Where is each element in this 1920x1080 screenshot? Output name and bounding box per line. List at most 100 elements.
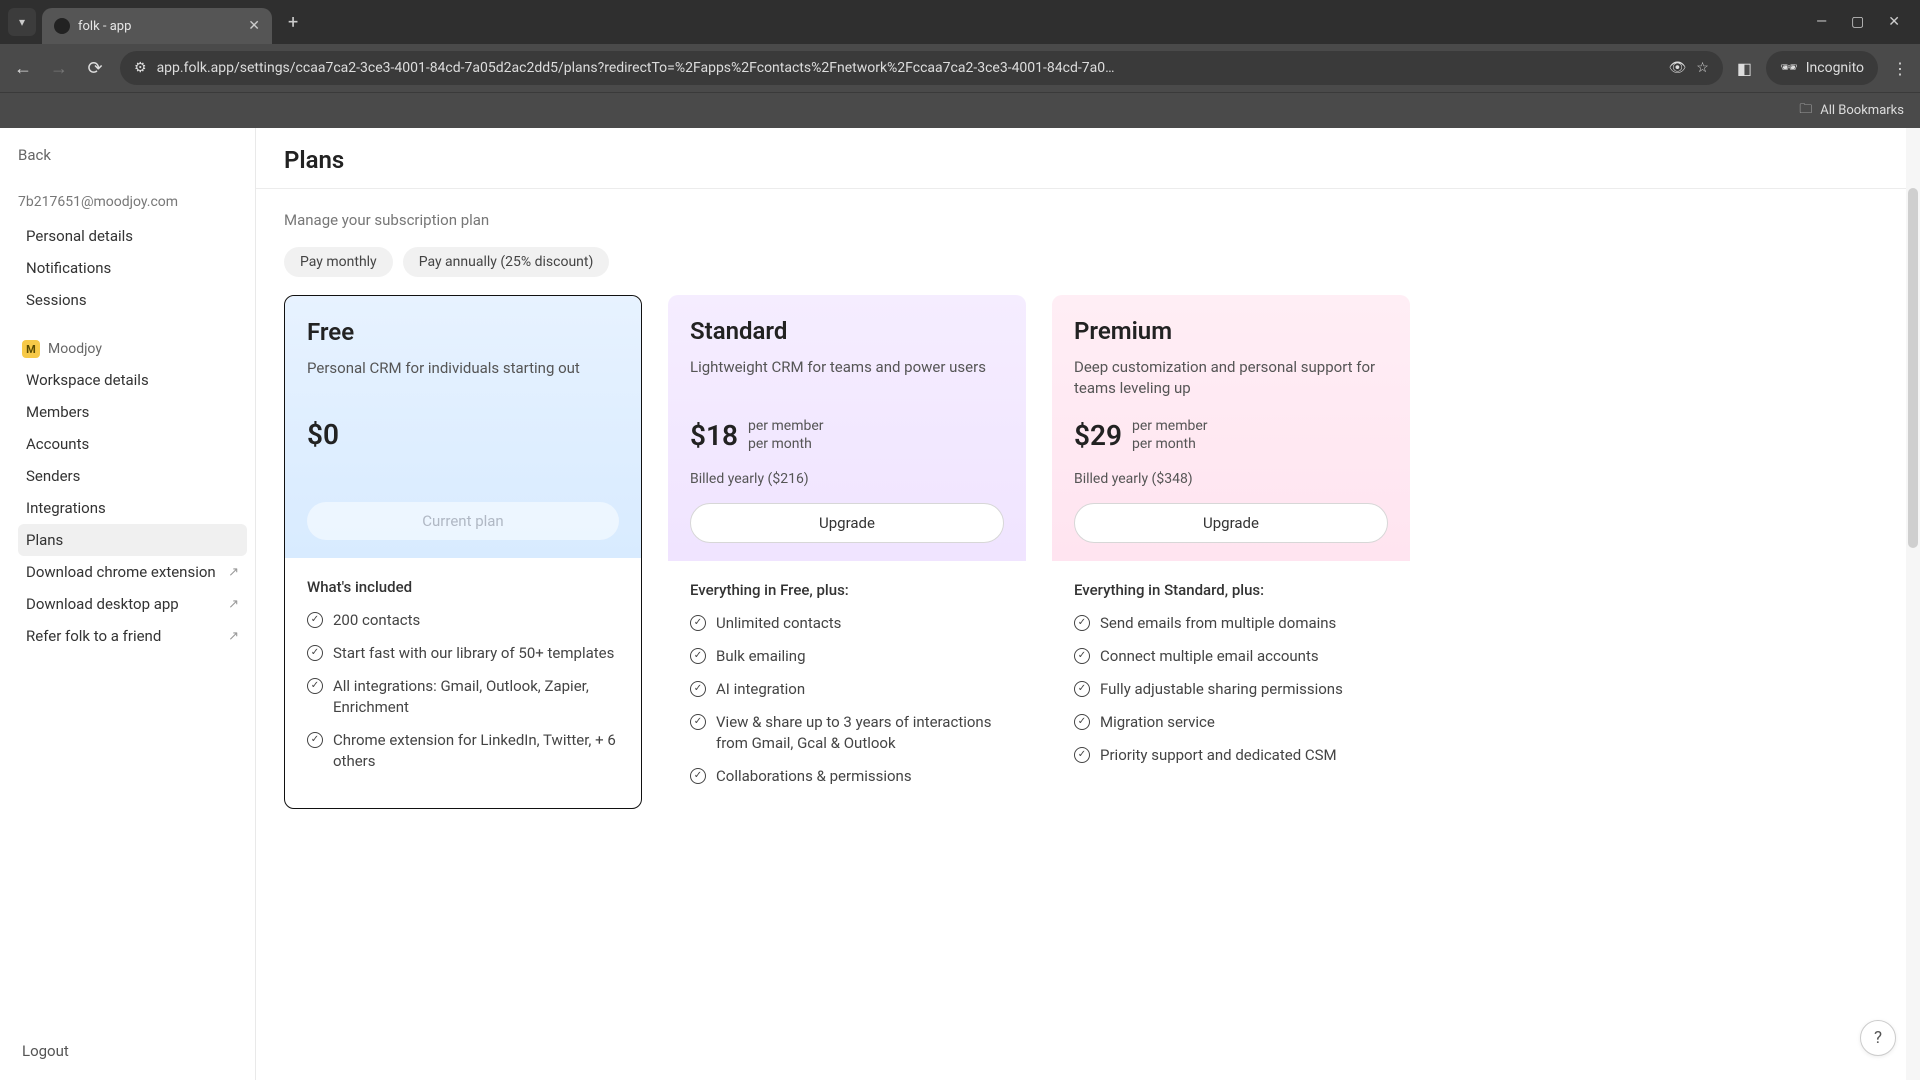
workspace-header[interactable]: M Moodjoy xyxy=(18,334,247,364)
plan-card-premium: Premium Deep customization and personal … xyxy=(1052,295,1410,809)
page-subtitle: Manage your subscription plan xyxy=(284,211,1892,229)
plan-name: Premium xyxy=(1074,317,1388,345)
star-icon[interactable]: ☆ xyxy=(1696,60,1709,76)
scrollbar[interactable] xyxy=(1906,128,1920,1080)
sidebar-item-desktop-app[interactable]: Download desktop app↗ xyxy=(18,588,247,620)
bookmarks-bar: 🗀 All Bookmarks xyxy=(0,92,1920,128)
forward-icon[interactable]: → xyxy=(48,58,70,79)
check-icon: ✓ xyxy=(690,681,706,697)
feature-item: ✓Unlimited contacts xyxy=(690,613,1004,634)
included-title: Everything in Standard, plus: xyxy=(1074,581,1388,599)
feature-item: ✓Start fast with our library of 50+ temp… xyxy=(307,643,619,664)
toggle-monthly[interactable]: Pay monthly xyxy=(284,247,393,277)
external-link-icon: ↗ xyxy=(228,629,239,644)
sidebar-item-chrome-extension[interactable]: Download chrome extension↗ xyxy=(18,556,247,588)
plan-card-standard: Standard Lightweight CRM for teams and p… xyxy=(668,295,1026,809)
workspace-badge: M xyxy=(22,340,40,358)
sidebar-item-notifications[interactable]: Notifications xyxy=(18,252,247,284)
billed-text: Billed yearly ($216) xyxy=(690,471,1004,487)
external-link-icon: ↗ xyxy=(228,565,239,580)
billing-toggle: Pay monthly Pay annually (25% discount) xyxy=(284,247,1892,277)
scroll-thumb[interactable] xyxy=(1908,188,1918,548)
feature-item: ✓Send emails from multiple domains xyxy=(1074,613,1388,634)
sidebar-item-integrations[interactable]: Integrations xyxy=(18,492,247,524)
sidebar-item-accounts[interactable]: Accounts xyxy=(18,428,247,460)
window-controls: — ▢ ✕ xyxy=(1816,14,1912,30)
check-icon: ✓ xyxy=(690,648,706,664)
settings-sidebar: Back 7b217651@moodjoy.com Personal detai… xyxy=(0,128,256,1080)
chevron-down-icon: ▾ xyxy=(19,15,25,29)
billed-text: Billed yearly ($348) xyxy=(1074,471,1388,487)
feature-item: ✓AI integration xyxy=(690,679,1004,700)
back-link[interactable]: Back xyxy=(18,146,247,164)
back-icon[interactable]: ← xyxy=(12,58,34,79)
external-link-icon: ↗ xyxy=(228,597,239,612)
plan-price: $29 xyxy=(1074,419,1122,452)
browser-tab[interactable]: folk - app ✕ xyxy=(42,8,272,44)
maximize-icon[interactable]: ▢ xyxy=(1851,14,1864,30)
plan-name: Standard xyxy=(690,317,1004,345)
feature-item: ✓200 contacts xyxy=(307,610,619,631)
plan-desc: Deep customization and personal support … xyxy=(1074,357,1388,399)
reload-icon[interactable]: ⟳ xyxy=(84,58,106,79)
sidebar-item-personal-details[interactable]: Personal details xyxy=(18,220,247,252)
price-unit: per member per month xyxy=(1132,417,1208,453)
sidebar-item-plans[interactable]: Plans xyxy=(18,524,247,556)
help-button[interactable]: ? xyxy=(1860,1020,1896,1056)
feature-item: ✓Bulk emailing xyxy=(690,646,1004,667)
feature-item: ✓All integrations: Gmail, Outlook, Zapie… xyxy=(307,676,619,718)
upgrade-button[interactable]: Upgrade xyxy=(690,503,1004,543)
main-panel: Plans Manage your subscription plan Pay … xyxy=(256,128,1920,1080)
site-settings-icon[interactable]: ⚙ xyxy=(134,60,147,76)
check-icon: ✓ xyxy=(307,612,323,628)
all-bookmarks-button[interactable]: All Bookmarks xyxy=(1820,103,1904,118)
page-title: Plans xyxy=(284,146,1892,174)
sidebar-item-sessions[interactable]: Sessions xyxy=(18,284,247,316)
url-text: app.folk.app/settings/ccaa7ca2-3ce3-4001… xyxy=(157,60,1659,76)
current-plan-button: Current plan xyxy=(307,502,619,540)
check-icon: ✓ xyxy=(1074,681,1090,697)
sidebar-item-members[interactable]: Members xyxy=(18,396,247,428)
address-bar[interactable]: ⚙ app.folk.app/settings/ccaa7ca2-3ce3-40… xyxy=(120,51,1723,85)
tab-search-button[interactable]: ▾ xyxy=(8,8,36,36)
close-icon[interactable]: ✕ xyxy=(248,18,260,34)
minimize-icon[interactable]: — xyxy=(1816,14,1827,30)
upgrade-button[interactable]: Upgrade xyxy=(1074,503,1388,543)
check-icon: ✓ xyxy=(307,732,323,748)
eye-off-icon[interactable]: 👁 xyxy=(1668,60,1686,76)
tab-title: folk - app xyxy=(78,19,131,34)
check-icon: ✓ xyxy=(690,615,706,631)
sidebar-item-senders[interactable]: Senders xyxy=(18,460,247,492)
included-title: What's included xyxy=(307,578,619,596)
plan-desc: Lightweight CRM for teams and power user… xyxy=(690,357,1004,399)
logout-button[interactable]: Logout xyxy=(18,1034,247,1068)
check-icon: ✓ xyxy=(1074,615,1090,631)
browser-tabstrip: ▾ folk - app ✕ + — ▢ ✕ xyxy=(0,0,1920,44)
check-icon: ✓ xyxy=(1074,714,1090,730)
sidebar-item-refer[interactable]: Refer folk to a friend↗ xyxy=(18,620,247,652)
app-content: Back 7b217651@moodjoy.com Personal detai… xyxy=(0,128,1920,1080)
toggle-annually[interactable]: Pay annually (25% discount) xyxy=(403,247,610,277)
new-tab-button[interactable]: + xyxy=(278,12,308,33)
feature-item: ✓Fully adjustable sharing permissions xyxy=(1074,679,1388,700)
incognito-chip[interactable]: 🕶 Incognito xyxy=(1766,51,1878,85)
folder-icon: 🗀 xyxy=(1799,100,1812,122)
incognito-icon: 🕶 xyxy=(1780,60,1798,76)
feature-item: ✓Priority support and dedicated CSM xyxy=(1074,745,1388,766)
side-panel-icon[interactable]: ◧ xyxy=(1737,59,1752,78)
close-window-icon[interactable]: ✕ xyxy=(1888,14,1900,30)
plan-price: $0 xyxy=(307,418,339,451)
menu-icon[interactable]: ⋮ xyxy=(1892,59,1908,78)
included-title: Everything in Free, plus: xyxy=(690,581,1004,599)
plans-grid: Free Personal CRM for individuals starti… xyxy=(284,295,1892,809)
plan-desc: Personal CRM for individuals starting ou… xyxy=(307,358,619,400)
tab-favicon xyxy=(54,18,70,34)
sidebar-item-workspace-details[interactable]: Workspace details xyxy=(18,364,247,396)
feature-item: ✓View & share up to 3 years of interacti… xyxy=(690,712,1004,754)
incognito-label: Incognito xyxy=(1806,60,1864,76)
account-email: 7b217651@moodjoy.com xyxy=(18,194,247,210)
main-body: Manage your subscription plan Pay monthl… xyxy=(256,189,1920,831)
check-icon: ✓ xyxy=(690,768,706,784)
browser-toolbar: ← → ⟳ ⚙ app.folk.app/settings/ccaa7ca2-3… xyxy=(0,44,1920,92)
workspace-name: Moodjoy xyxy=(48,341,102,357)
